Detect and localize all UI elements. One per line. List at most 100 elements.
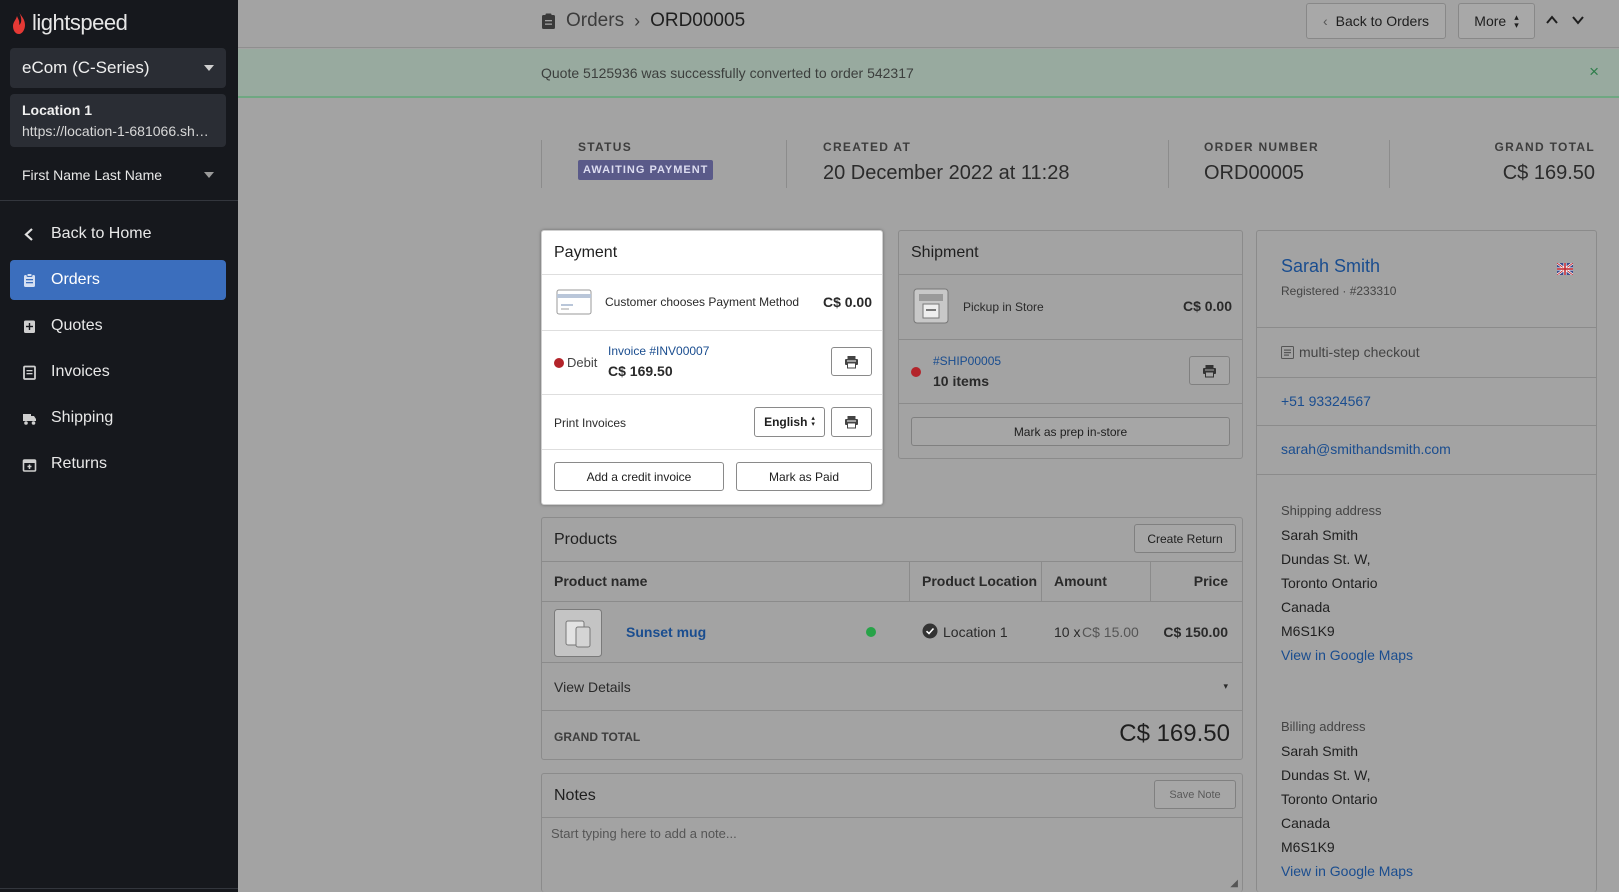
grand-total-block: GRAND TOTAL C$ 169.50 bbox=[1494, 140, 1595, 188]
printer-icon bbox=[1203, 364, 1216, 377]
orders-icon bbox=[24, 272, 35, 287]
banner-message: Quote 5125936 was successfully converted… bbox=[541, 65, 914, 81]
shipping-address-line: Dundas St. W, bbox=[1281, 551, 1371, 567]
sidebar-item-back-home[interactable]: Back to Home bbox=[10, 214, 226, 254]
divider bbox=[909, 561, 910, 601]
column-header-product[interactable]: Product name bbox=[554, 573, 647, 589]
shipment-method-label: Pickup in Store bbox=[963, 300, 1044, 314]
products-card: Products Create Return Product name Prod… bbox=[541, 517, 1243, 760]
checkout-type: multi-step checkout bbox=[1299, 344, 1420, 360]
shipping-address-line: Toronto Ontario bbox=[1281, 575, 1378, 591]
created-label: CREATED AT bbox=[823, 140, 912, 154]
user-name: First Name Last Name bbox=[22, 167, 163, 183]
print-shipment-button[interactable] bbox=[1189, 356, 1230, 385]
product-unit-price: C$ 15.00 bbox=[1082, 624, 1139, 640]
column-header-location[interactable]: Product Location bbox=[922, 573, 1037, 589]
divider bbox=[1389, 140, 1390, 188]
caret-down-icon: ▾ bbox=[1223, 681, 1228, 691]
uk-flag-icon bbox=[1557, 263, 1573, 275]
next-order-button[interactable] bbox=[1570, 12, 1586, 28]
sidebar-item-shipping[interactable]: Shipping bbox=[10, 398, 226, 438]
customer-name-link[interactable]: Sarah Smith bbox=[1281, 256, 1380, 277]
add-credit-invoice-button[interactable]: Add a credit invoice bbox=[554, 462, 724, 491]
shipment-link[interactable]: #SHIP00005 bbox=[933, 354, 1001, 368]
customer-phone-link[interactable]: +51 93324567 bbox=[1281, 393, 1371, 409]
location-name: Location 1 bbox=[22, 102, 93, 118]
shipping-address-line: M6S1K9 bbox=[1281, 623, 1335, 639]
breadcrumb: Orders › ORD00005 bbox=[541, 10, 745, 32]
shipment-method-amount: C$ 0.00 bbox=[1182, 298, 1232, 314]
payment-title: Payment bbox=[554, 244, 618, 261]
customer-card: Sarah Smith Registered · #233310 multi-s… bbox=[1256, 230, 1597, 892]
user-menu[interactable]: First Name Last Name bbox=[10, 160, 226, 190]
resize-handle-icon[interactable]: ◢ bbox=[1230, 878, 1238, 889]
shipping-maps-link[interactable]: View in Google Maps bbox=[1281, 647, 1413, 663]
orders-icon bbox=[542, 13, 555, 29]
sidebar-item-quotes[interactable]: Quotes bbox=[10, 306, 226, 346]
payment-method-amount: C$ 0.00 bbox=[822, 294, 872, 310]
unpaid-status-dot bbox=[554, 358, 564, 368]
print-invoices-label: Print Invoices bbox=[554, 416, 627, 430]
create-return-button[interactable]: Create Return bbox=[1134, 524, 1236, 553]
product-name-link[interactable]: Sunset mug bbox=[626, 624, 706, 640]
billing-address-line: M6S1K9 bbox=[1281, 839, 1335, 855]
save-note-button[interactable]: Save Note bbox=[1154, 780, 1236, 809]
grand-total-value: C$ 169.50 bbox=[1119, 720, 1230, 747]
column-header-amount[interactable]: Amount bbox=[1054, 573, 1107, 589]
print-invoice-button[interactable] bbox=[831, 347, 872, 376]
breadcrumb-current: ORD00005 bbox=[650, 10, 746, 31]
more-button[interactable]: More ▴ ▾ bbox=[1458, 3, 1535, 39]
mark-prep-in-store-button[interactable]: Mark as prep in-store bbox=[911, 417, 1230, 446]
shipment-title: Shipment bbox=[911, 244, 979, 261]
previous-order-button[interactable] bbox=[1544, 12, 1560, 28]
shipment-items: 10 items bbox=[933, 373, 990, 389]
close-icon[interactable]: × bbox=[1589, 62, 1599, 82]
invoice-link[interactable]: Invoice #INV00007 bbox=[608, 344, 709, 358]
divider bbox=[542, 710, 1242, 711]
sidebar-item-returns[interactable]: Returns bbox=[10, 444, 226, 484]
column-header-price[interactable]: Price bbox=[1194, 573, 1228, 589]
language-value: English bbox=[764, 415, 808, 429]
view-details-toggle[interactable]: View Details ▾ bbox=[542, 663, 1242, 710]
printer-icon bbox=[845, 355, 858, 368]
sidebar-footer bbox=[0, 888, 238, 892]
product-thumbnail-icon[interactable] bbox=[554, 609, 602, 657]
location-url[interactable]: https://location-1-681066.shoplightspeed… bbox=[22, 123, 214, 139]
debit-label: Debit bbox=[567, 355, 598, 370]
payment-method-label: Customer chooses Payment Method bbox=[605, 295, 800, 309]
grand-total-value: C$ 169.50 bbox=[1502, 162, 1595, 184]
billing-address-line: Toronto Ontario bbox=[1281, 791, 1378, 807]
invoice-amount: C$ 169.50 bbox=[608, 363, 673, 379]
notes-title: Notes bbox=[554, 787, 596, 804]
returns-icon bbox=[22, 458, 37, 472]
location-card[interactable]: Location 1 https://location-1-681066.sho… bbox=[10, 94, 226, 147]
sidebar-item-label: Returns bbox=[51, 455, 108, 472]
page-header: Orders › ORD00005 ‹ Back to Orders More … bbox=[238, 0, 1619, 48]
sidebar-item-invoices[interactable]: Invoices bbox=[10, 352, 226, 392]
store-selector[interactable]: eCom (C-Series) bbox=[10, 48, 226, 88]
note-textarea[interactable]: Start typing here to add a note... ◢ bbox=[542, 818, 1242, 892]
invoices-icon bbox=[23, 365, 36, 380]
customer-email-link[interactable]: sarah@smithandsmith.com bbox=[1281, 441, 1451, 457]
back-to-orders-button[interactable]: ‹ Back to Orders bbox=[1306, 3, 1446, 39]
created-block: CREATED AT 20 December 2022 at 11:28 bbox=[823, 140, 1069, 188]
sidebar: lightspeed eCom (C-Series) Location 1 ht… bbox=[0, 0, 238, 892]
mark-as-paid-button[interactable]: Mark as Paid bbox=[736, 462, 872, 491]
created-value: 20 December 2022 at 11:28 bbox=[823, 162, 1070, 184]
success-banner: Quote 5125936 was successfully converted… bbox=[238, 49, 1619, 98]
chevron-left-icon: ‹ bbox=[1322, 13, 1328, 29]
stock-status-dot bbox=[866, 627, 876, 637]
grand-total-label: GRAND TOTAL bbox=[1494, 140, 1595, 154]
chevron-right-icon: › bbox=[634, 10, 641, 31]
billing-maps-link[interactable]: View in Google Maps bbox=[1281, 863, 1413, 879]
caret-down-icon bbox=[204, 172, 214, 178]
order-summary: STATUS AWAITING PAYMENT CREATED AT 20 De… bbox=[541, 140, 1595, 188]
lightspeed-logo[interactable]: lightspeed bbox=[10, 10, 128, 36]
language-select[interactable]: English ▴ ▾ bbox=[754, 407, 825, 437]
print-all-invoices-button[interactable] bbox=[831, 407, 872, 437]
breadcrumb-orders-link[interactable]: Orders bbox=[566, 10, 624, 32]
billing-address-line: Sarah Smith bbox=[1281, 743, 1359, 759]
billing-address-title: Billing address bbox=[1281, 719, 1366, 734]
payment-method-row: Customer chooses Payment Method C$ 0.00 bbox=[542, 274, 882, 330]
sidebar-item-orders[interactable]: Orders bbox=[10, 260, 226, 300]
